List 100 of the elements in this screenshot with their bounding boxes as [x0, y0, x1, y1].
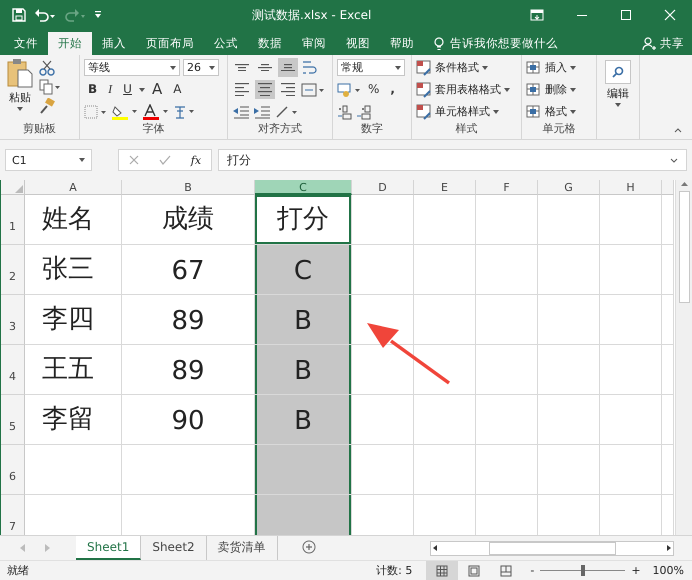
caret-icon[interactable]: [615, 103, 621, 107]
share-button[interactable]: 共享: [642, 32, 692, 55]
collapse-ribbon-icon[interactable]: [674, 128, 682, 133]
zoom-slider-thumb[interactable]: [580, 565, 585, 576]
copy-icon[interactable]: [39, 79, 61, 95]
styles-button[interactable]: 条件格式: [416, 58, 517, 77]
undo-icon[interactable]: [34, 8, 56, 22]
view-button[interactable]: [426, 561, 458, 580]
number-format-field[interactable]: 常规: [337, 59, 405, 76]
ribbon-tab[interactable]: 文件: [4, 32, 48, 55]
row-header[interactable]: 7: [1, 495, 25, 535]
styles-button[interactable]: 单元格样式: [416, 102, 517, 121]
caret-icon[interactable]: [170, 66, 176, 70]
caret-icon[interactable]: [17, 107, 23, 111]
caret-icon[interactable]: [138, 88, 145, 92]
row-header[interactable]: 6: [1, 445, 25, 495]
cells-button[interactable]: 插入: [526, 58, 592, 77]
horizontal-align-button[interactable]: [232, 80, 252, 99]
name-box[interactable]: C1: [5, 149, 92, 171]
person-icon[interactable]: [642, 36, 656, 50]
caret-icon[interactable]: [209, 66, 215, 70]
zoom-in-button[interactable]: +: [631, 564, 641, 577]
column-header[interactable]: A: [25, 180, 122, 195]
add-sheet-icon[interactable]: [302, 540, 316, 554]
ribbon-tab[interactable]: 审阅: [292, 32, 336, 55]
column-header[interactable]: D: [352, 180, 414, 195]
grow-font-button[interactable]: A: [148, 80, 166, 99]
font-name-field[interactable]: 等线: [84, 59, 180, 76]
zoom-out-button[interactable]: -: [530, 564, 534, 577]
formula-field[interactable]: 打分: [218, 149, 687, 171]
phonetic-icon[interactable]: [173, 104, 195, 120]
caret-icon[interactable]: [493, 110, 499, 114]
column-header[interactable]: C: [255, 180, 352, 195]
clipboard-icon[interactable]: [7, 58, 33, 88]
ribbon-tab[interactable]: 页面布局: [136, 32, 204, 55]
underline-button[interactable]: U: [119, 80, 136, 99]
editing-button[interactable]: 编辑: [601, 58, 635, 107]
bold-button[interactable]: B: [84, 80, 102, 99]
decrease-decimal-icon[interactable]: [356, 104, 372, 120]
font-color-icon[interactable]: [142, 104, 170, 120]
scroll-left-icon[interactable]: [431, 544, 439, 552]
decrease-indent-icon[interactable]: [232, 104, 250, 120]
tell-me-field[interactable]: 告诉我你想要做什么: [450, 36, 558, 51]
close-icon[interactable]: [664, 9, 676, 21]
comma-button[interactable]: ,: [386, 80, 399, 99]
caret-icon[interactable]: [482, 66, 488, 70]
merge-icon[interactable]: [301, 82, 325, 98]
caret-icon[interactable]: [570, 88, 576, 92]
cells-button[interactable]: 格式: [526, 102, 592, 121]
cells-button[interactable]: 删除: [526, 80, 592, 99]
ribbon-display-icon[interactable]: [530, 9, 544, 21]
column-header[interactable]: F: [476, 180, 538, 195]
checkmark-icon[interactable]: [158, 155, 171, 165]
row-header[interactable]: 5: [1, 395, 25, 445]
scrollbar-thumb[interactable]: [678, 191, 690, 303]
font-size-field[interactable]: 26: [183, 59, 219, 76]
ribbon-tab[interactable]: 插入: [92, 32, 136, 55]
scissors-icon[interactable]: [39, 60, 55, 76]
italic-button[interactable]: I: [104, 80, 116, 99]
caret-icon[interactable]: [570, 110, 576, 114]
horizontal-align-button[interactable]: [255, 80, 275, 99]
wrap-text-icon[interactable]: [301, 58, 317, 76]
row-header[interactable]: 1: [1, 195, 25, 245]
shrink-font-button[interactable]: A: [169, 80, 186, 99]
caret-icon[interactable]: [570, 66, 576, 70]
save-icon[interactable]: [12, 8, 26, 22]
caret-icon[interactable]: [79, 158, 85, 162]
row-header[interactable]: 2: [1, 245, 25, 295]
increase-decimal-icon[interactable]: [337, 104, 353, 120]
ribbon-tab[interactable]: 开始: [48, 32, 92, 55]
increase-indent-icon[interactable]: [253, 104, 271, 120]
lightbulb-icon[interactable]: [434, 36, 444, 50]
column-header[interactable]: H: [600, 180, 662, 195]
column-header[interactable]: E: [414, 180, 476, 195]
sheet-tab[interactable]: Sheet1: [76, 536, 142, 560]
ribbon-tab[interactable]: 公式: [204, 32, 248, 55]
caret-icon[interactable]: [395, 66, 401, 70]
customize-icon[interactable]: [94, 10, 102, 20]
column-header[interactable]: B: [122, 180, 255, 195]
ribbon-tab[interactable]: 帮助: [380, 32, 424, 55]
paste-button[interactable]: 粘贴: [4, 58, 36, 121]
row-header[interactable]: 4: [1, 345, 25, 395]
format-painter-icon[interactable]: [39, 98, 55, 114]
borders-icon[interactable]: [84, 104, 108, 118]
expand-icon[interactable]: [670, 158, 678, 162]
ribbon-tab[interactable]: 数据: [248, 32, 292, 55]
currency-icon[interactable]: [337, 82, 361, 98]
horizontal-scrollbar[interactable]: [430, 540, 674, 556]
fill-color-icon[interactable]: [111, 104, 139, 120]
maximize-icon[interactable]: [620, 9, 632, 21]
percent-button[interactable]: %: [364, 80, 384, 99]
vertical-align-button[interactable]: [278, 58, 298, 77]
ribbon-tab[interactable]: 视图: [336, 32, 380, 55]
insert-function-button[interactable]: fx: [190, 154, 202, 166]
scroll-right-icon[interactable]: [665, 544, 673, 552]
orientation-icon[interactable]: [274, 104, 298, 120]
row-header[interactable]: 3: [1, 295, 25, 345]
styles-button[interactable]: 套用表格格式: [416, 80, 517, 99]
column-header[interactable]: G: [538, 180, 600, 195]
horizontal-align-button[interactable]: [278, 80, 298, 99]
